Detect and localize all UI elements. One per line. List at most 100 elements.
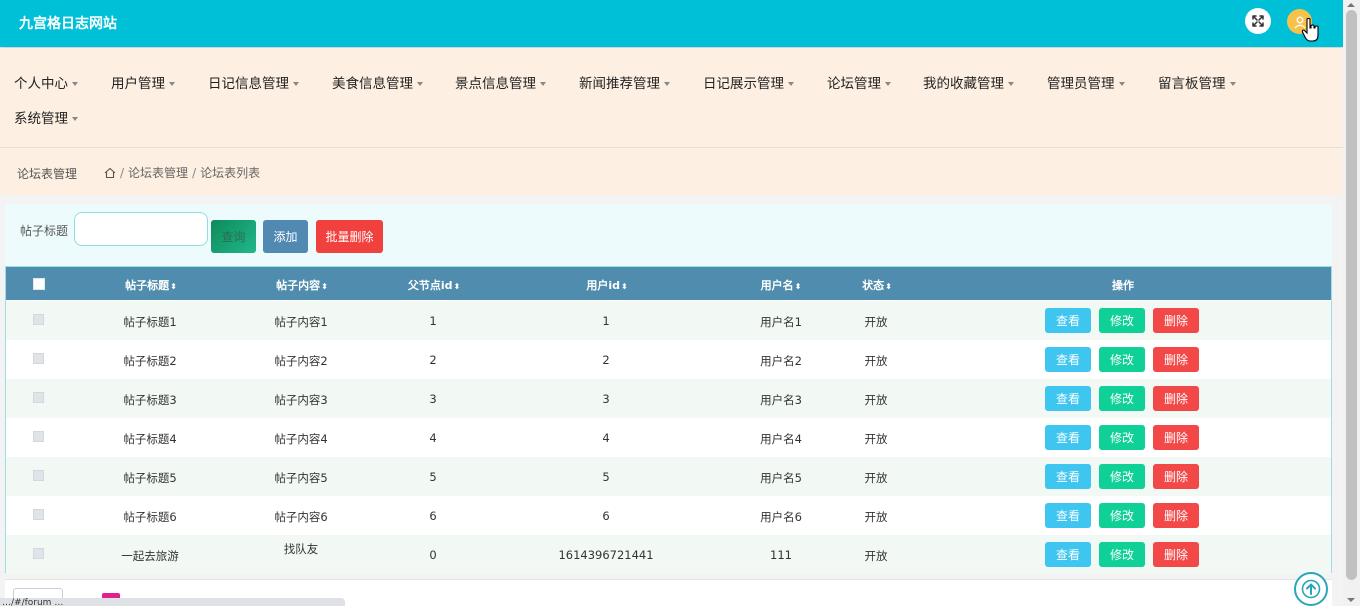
row-checkbox[interactable] [33, 431, 44, 442]
delete-button[interactable]: 删除 [1153, 308, 1199, 333]
column-header-parent-id[interactable]: 父节点id⬍ [408, 277, 460, 293]
nav-item-label: 景点信息管理 [455, 76, 536, 92]
breadcrumb-bar: 论坛表管理 / 论坛表管理 / 论坛表列表 [0, 149, 1343, 195]
forum-table: 帖子标题⬍ 帖子内容⬍ 父节点id⬍ 用户id⬍ 用户名⬍ 状态⬍ 操作 帖子标… [5, 266, 1332, 574]
delete-button[interactable]: 删除 [1153, 425, 1199, 450]
home-icon[interactable] [104, 167, 116, 179]
search-label: 帖子标题 [20, 224, 69, 238]
page-title: 论坛表管理 [17, 167, 78, 181]
delete-button[interactable]: 删除 [1153, 347, 1199, 372]
column-header-actions: 操作 [1112, 277, 1134, 293]
edit-button[interactable]: 修改 [1099, 386, 1145, 411]
nav-item-system-management[interactable]: 系统管理 [14, 107, 78, 127]
nav-item-admin-management[interactable]: 管理员管理 [1047, 72, 1125, 92]
nav-item-label: 日记信息管理 [208, 76, 289, 92]
nav-item-scenic-management[interactable]: 景点信息管理 [455, 72, 546, 92]
cell-content: 帖子内容4 [274, 432, 328, 446]
select-all-checkbox[interactable] [33, 278, 45, 290]
view-button[interactable]: 查看 [1045, 425, 1091, 450]
sort-icon: ⬍ [170, 282, 177, 291]
nav-item-label: 个人中心 [14, 76, 68, 92]
column-header-user-id[interactable]: 用户id⬍ [586, 277, 627, 293]
nav-item-personal-center[interactable]: 个人中心 [14, 72, 78, 92]
cell-parent-id: 1 [429, 314, 437, 328]
cell-parent-id: 3 [429, 392, 437, 406]
search-button[interactable]: 查询 [211, 220, 256, 253]
nav-item-label: 留言板管理 [1158, 76, 1226, 92]
edit-button[interactable]: 修改 [1099, 425, 1145, 450]
cell-status: 开放 [864, 315, 888, 329]
edit-button[interactable]: 修改 [1099, 308, 1145, 333]
nav-item-message-board-management[interactable]: 留言板管理 [1158, 72, 1236, 92]
column-header-label: 状态 [862, 279, 885, 292]
column-header-status[interactable]: 状态⬍ [862, 277, 892, 293]
cell-username: 用户名5 [760, 471, 802, 485]
nav-item-label: 美食信息管理 [332, 76, 413, 92]
view-button[interactable]: 查看 [1045, 503, 1091, 528]
row-checkbox[interactable] [33, 353, 44, 364]
back-to-top-button[interactable] [1294, 572, 1328, 606]
caret-down-icon [1229, 82, 1236, 86]
nav-item-diary-display-management[interactable]: 日记展示管理 [703, 72, 794, 92]
cell-user-id: 5 [602, 470, 610, 484]
scroll-up-arrow-icon[interactable] [1347, 3, 1355, 7]
table-row: 帖子标题1 帖子内容1 1 1 用户名1 开放 查看 修改 删除 [6, 301, 1331, 340]
batch-delete-button[interactable]: 批量删除 [316, 220, 383, 253]
table-row: 帖子标题2 帖子内容2 2 2 用户名2 开放 查看 修改 删除 [6, 340, 1331, 379]
edit-button[interactable]: 修改 [1099, 542, 1145, 567]
sort-icon: ⬍ [620, 282, 628, 291]
fullscreen-button[interactable] [1245, 8, 1271, 34]
cell-user-id: 4 [602, 431, 610, 445]
cell-username: 用户名6 [760, 510, 802, 524]
view-button[interactable]: 查看 [1045, 464, 1091, 489]
column-header-title[interactable]: 帖子标题⬍ [125, 277, 177, 293]
column-header-username[interactable]: 用户名⬍ [761, 277, 802, 293]
cell-parent-id: 5 [429, 470, 437, 484]
row-checkbox[interactable] [33, 548, 44, 559]
cell-parent-id: 6 [429, 509, 437, 523]
edit-button[interactable]: 修改 [1099, 503, 1145, 528]
edit-button[interactable]: 修改 [1099, 347, 1145, 372]
view-button[interactable]: 查看 [1045, 308, 1091, 333]
cell-user-id: 1 [602, 314, 610, 328]
cell-title: 帖子标题1 [123, 315, 177, 329]
breadcrumb-separator: / [192, 165, 197, 180]
scroll-down-arrow-icon[interactable] [1347, 598, 1355, 602]
column-header-content[interactable]: 帖子内容⬍ [276, 277, 328, 293]
nav-item-food-management[interactable]: 美食信息管理 [332, 72, 423, 92]
delete-button[interactable]: 删除 [1153, 464, 1199, 489]
nav-item-news-management[interactable]: 新闻推荐管理 [579, 72, 670, 92]
nav-item-favorites-management[interactable]: 我的收藏管理 [923, 72, 1014, 92]
delete-button[interactable]: 删除 [1153, 386, 1199, 411]
site-title: 九宫格日志网站 [19, 16, 117, 32]
table-row: 一起去旅游 找队友 0 1614396721441 111 开放 查看 修改 删… [6, 535, 1331, 574]
nav-item-forum-management[interactable]: 论坛管理 [827, 72, 891, 92]
scrollbar-thumb[interactable] [1346, 10, 1357, 580]
delete-button[interactable]: 删除 [1153, 503, 1199, 528]
nav-item-label: 日记展示管理 [703, 76, 784, 92]
cell-username: 用户名3 [760, 393, 802, 407]
nav-item-diary-management[interactable]: 日记信息管理 [208, 72, 299, 92]
nav-item-user-management[interactable]: 用户管理 [111, 72, 175, 92]
row-checkbox[interactable] [33, 509, 44, 520]
cell-title: 帖子标题3 [123, 393, 177, 407]
cell-parent-id: 4 [429, 431, 437, 445]
column-header-label: 帖子标题 [125, 279, 170, 292]
edit-button[interactable]: 修改 [1099, 464, 1145, 489]
post-title-search-input[interactable] [74, 212, 208, 246]
view-button[interactable]: 查看 [1045, 542, 1091, 567]
row-checkbox[interactable] [33, 314, 44, 325]
cell-parent-id: 2 [429, 353, 437, 367]
caret-down-icon [885, 82, 891, 86]
delete-button[interactable]: 删除 [1153, 542, 1199, 567]
add-button[interactable]: 添加 [263, 220, 308, 253]
breadcrumb-level2: 论坛表列表 [200, 166, 261, 180]
view-button[interactable]: 查看 [1045, 386, 1091, 411]
cell-status: 开放 [864, 471, 888, 485]
table-header: 帖子标题⬍ 帖子内容⬍ 父节点id⬍ 用户id⬍ 用户名⬍ 状态⬍ 操作 [6, 267, 1331, 300]
nav-item-label: 论坛管理 [827, 76, 881, 92]
breadcrumb-level1[interactable]: 论坛表管理 [128, 164, 188, 181]
row-checkbox[interactable] [33, 392, 44, 403]
row-checkbox[interactable] [33, 470, 44, 481]
view-button[interactable]: 查看 [1045, 347, 1091, 372]
